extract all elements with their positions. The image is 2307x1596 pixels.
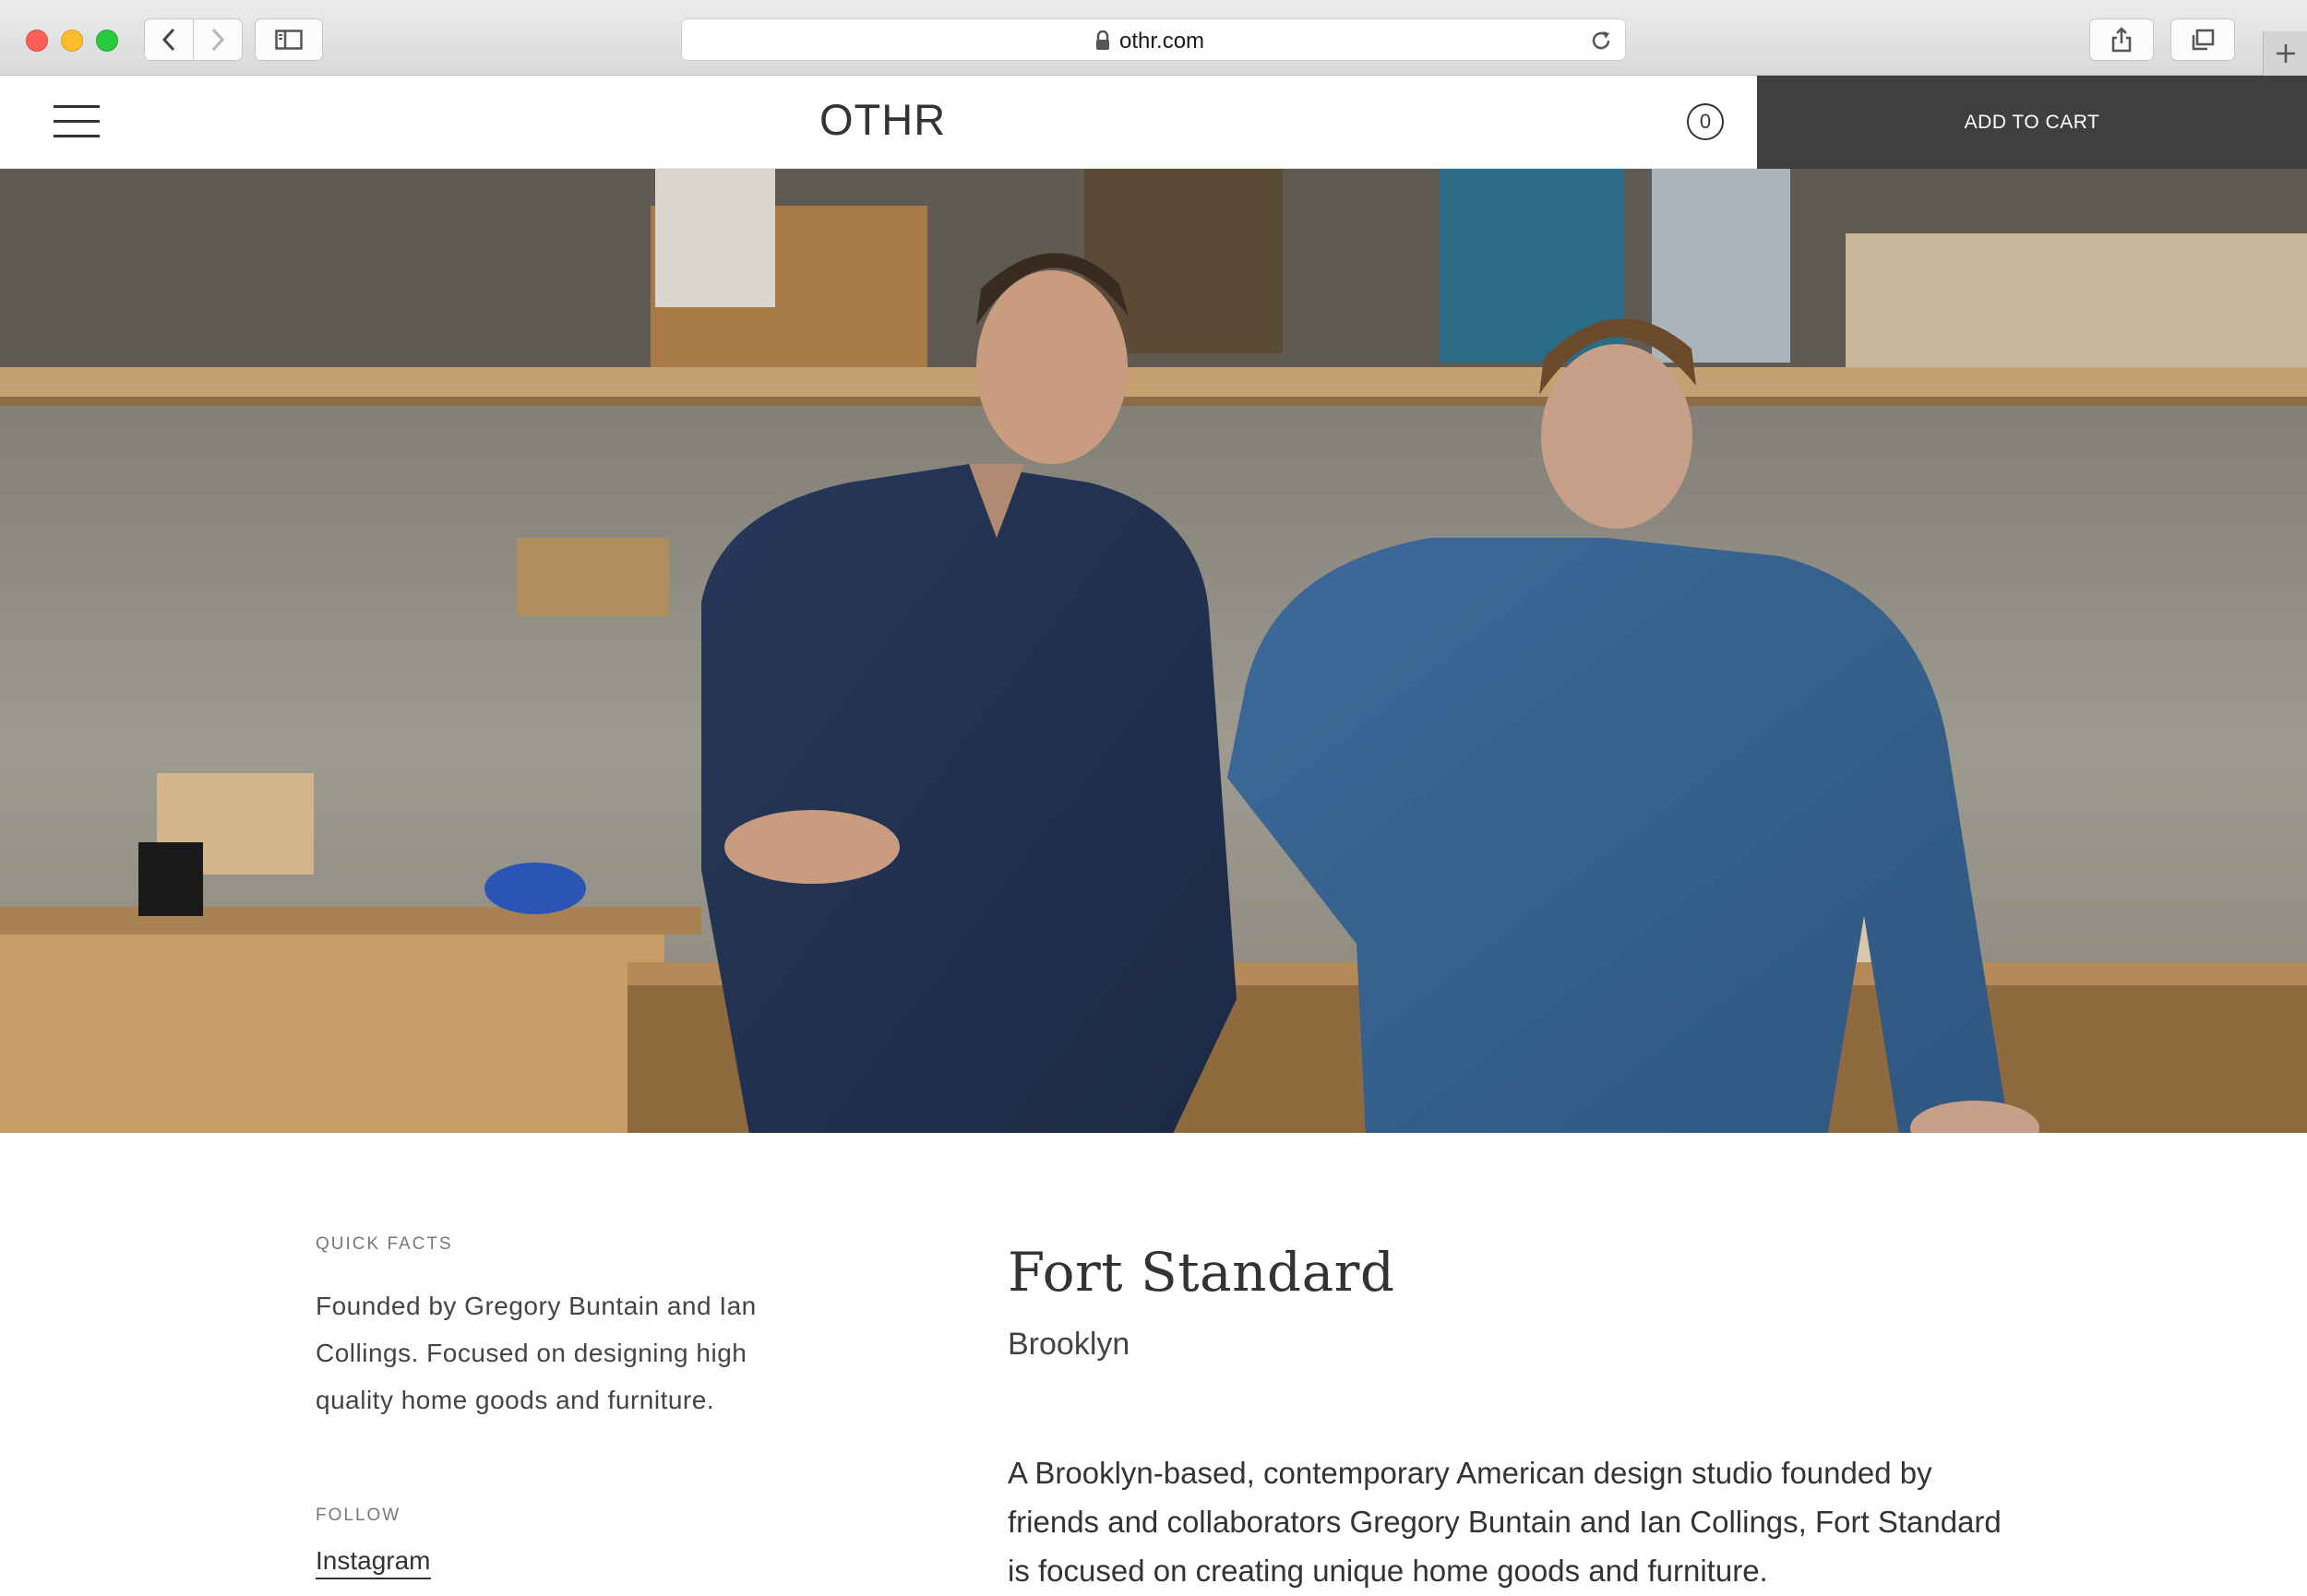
share-button[interactable] [2089,18,2154,61]
address-bar[interactable]: othr.com [681,18,1626,61]
new-tab-button[interactable] [2263,31,2307,76]
cart-count-badge[interactable]: 0 [1687,103,1724,140]
brand-location: Brooklyn [1008,1327,1130,1362]
sidebar-toggle-button[interactable] [255,18,323,61]
brand-description: A Brooklyn-based, contemporary American … [1008,1456,2002,1588]
share-icon [2111,27,2132,53]
lock-icon [1096,30,1109,50]
zoom-window-button[interactable] [96,30,118,52]
plus-icon [2277,44,2295,63]
close-window-button[interactable] [26,30,48,52]
back-icon [161,28,175,52]
tabs-icon [2192,29,2215,51]
hamburger-menu-button[interactable] [54,105,102,138]
browser-toolbar: othr.com [0,0,2307,76]
hamburger-icon-line [54,120,100,123]
quick-facts-heading: QUICK FACTS [316,1234,453,1254]
back-button[interactable] [144,18,194,61]
site-header: OTHR 0 ADD TO CART [0,76,2307,169]
hero-photo [0,169,2307,1133]
minimize-window-button[interactable] [61,30,83,52]
sidebar-icon [275,30,303,50]
forward-button[interactable] [193,18,243,61]
site-logo[interactable]: OTHR [819,94,946,145]
brand-title: Fort Standard [1008,1241,1395,1304]
hamburger-icon-line [54,135,100,137]
show-tabs-button[interactable] [2170,18,2235,61]
follow-heading: FOLLOW [316,1506,401,1525]
instagram-link[interactable]: Instagram [316,1546,431,1579]
hero-image [0,169,2307,1133]
url-text: othr.com [1119,29,1205,54]
hamburger-icon-line [54,105,100,108]
reload-icon[interactable] [1590,30,1612,52]
forward-icon [211,28,225,52]
add-to-cart-button[interactable]: ADD TO CART [1757,76,2307,169]
quick-facts-text: Founded by Gregory Buntain and Ian Colli… [316,1292,757,1414]
